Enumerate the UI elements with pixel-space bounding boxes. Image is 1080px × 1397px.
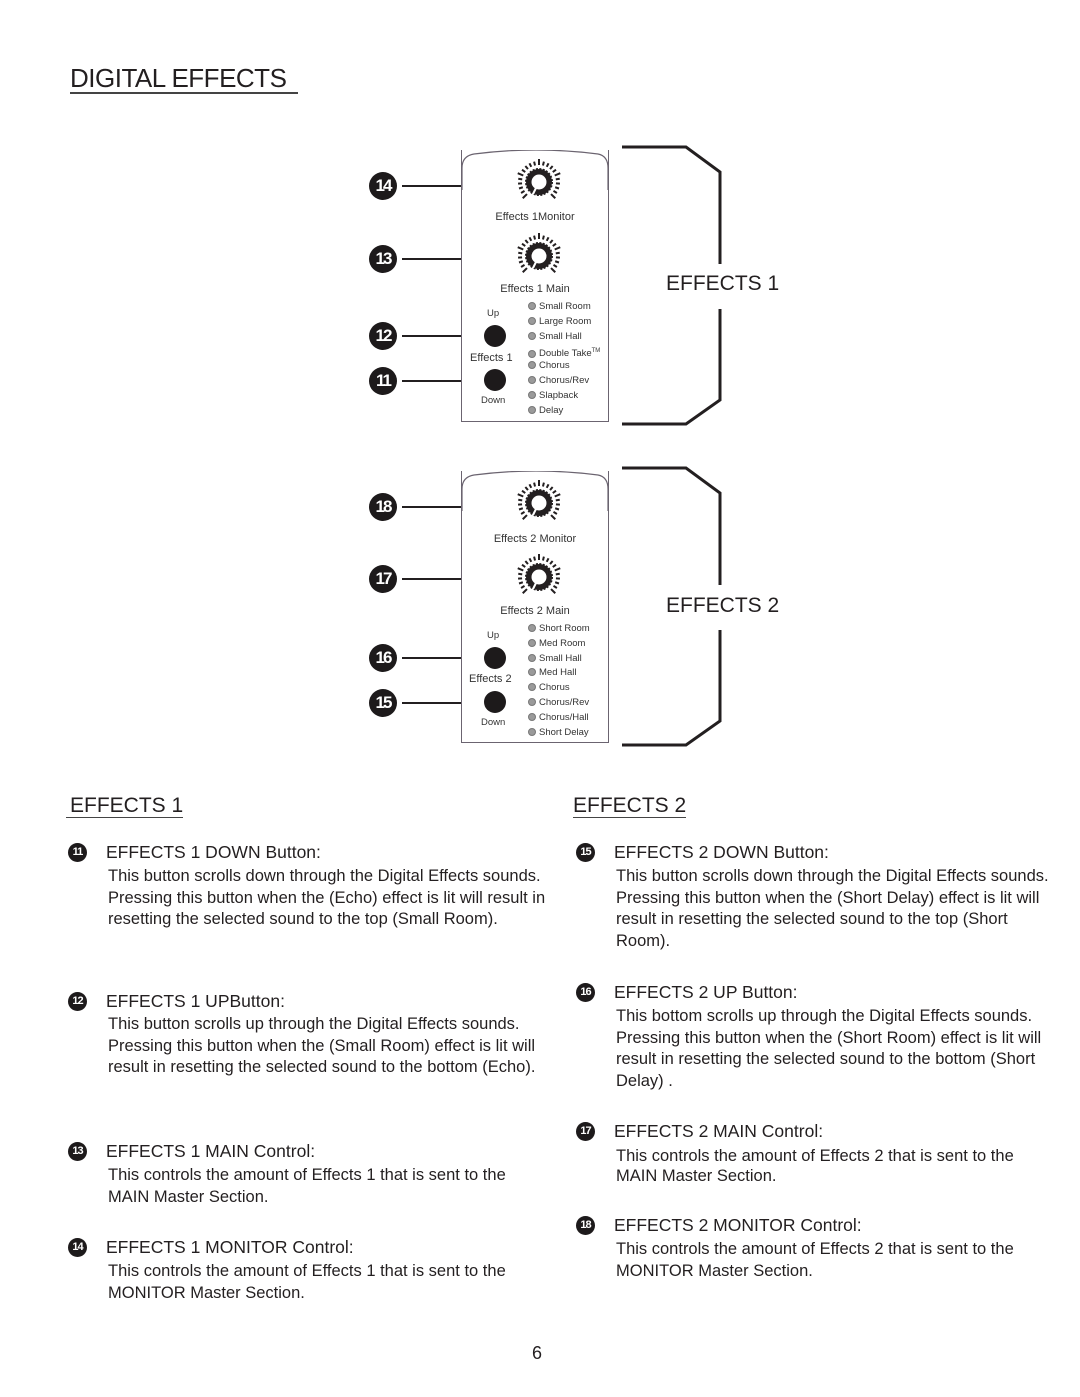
number-badge-icon: 16 bbox=[576, 983, 595, 1002]
callout-17: 17 bbox=[369, 565, 397, 593]
led-item: Small Hall bbox=[528, 652, 590, 667]
item-title: EFFECTS 2 DOWN Button: bbox=[614, 842, 829, 862]
item-description: This button scrolls up through the Digit… bbox=[108, 1015, 536, 1077]
effects1-bracket-label: EFFECTS 1 bbox=[666, 272, 780, 295]
led-indicator-icon bbox=[528, 668, 536, 677]
effects1-led-list: Small Room Large Room Small Hall Double … bbox=[528, 300, 600, 418]
led-item: Chorus bbox=[528, 681, 590, 696]
number-badge-icon: 15 bbox=[576, 843, 595, 862]
led-item: Short Delay bbox=[528, 726, 590, 741]
led-indicator-icon bbox=[528, 375, 536, 384]
number-badge-icon: 12 bbox=[68, 992, 87, 1011]
effects2-group-label: Effects 2 bbox=[469, 673, 512, 685]
item-title: EFFECTS 1 UPButton: bbox=[106, 991, 285, 1011]
led-item: Slapback bbox=[528, 389, 600, 404]
callout-13: 13 bbox=[369, 245, 397, 273]
item-title: EFFECTS 2 UP Button: bbox=[614, 982, 798, 1002]
knob-icon bbox=[517, 159, 561, 199]
effects1-main-knob[interactable] bbox=[515, 232, 563, 280]
led-item: Short Room bbox=[528, 622, 590, 637]
knob-icon bbox=[517, 480, 561, 520]
effects1-heading: EFFECTS 1 bbox=[66, 795, 184, 818]
led-indicator-icon bbox=[528, 697, 536, 706]
led-indicator-icon bbox=[528, 624, 536, 632]
led-item: Chorus/Hall bbox=[528, 711, 590, 726]
item-description: This controls the amount of Effects 1 th… bbox=[108, 1166, 506, 1206]
effects2-bracket-label: EFFECTS 2 bbox=[666, 594, 780, 617]
callout-16: 16 bbox=[369, 644, 397, 672]
led-indicator-icon bbox=[528, 349, 536, 358]
number-badge-icon: 17 bbox=[576, 1122, 595, 1141]
led-item: Med Hall bbox=[528, 666, 590, 681]
item-description: This button scrolls down through the Dig… bbox=[616, 867, 1049, 951]
effects2-down-button[interactable] bbox=[484, 691, 506, 713]
led-item: Chorus/Rev bbox=[528, 374, 600, 389]
effects1-down-button[interactable] bbox=[484, 369, 506, 391]
callout-14: 14 bbox=[369, 172, 397, 200]
callout-12: 12 bbox=[369, 322, 397, 350]
down-label: Down bbox=[481, 717, 506, 728]
led-indicator-icon bbox=[528, 302, 536, 310]
item-title: EFFECTS 2 MAIN Control: bbox=[614, 1121, 824, 1141]
callout-15: 15 bbox=[369, 689, 397, 717]
number-badge-icon: 14 bbox=[68, 1238, 87, 1257]
led-indicator-icon bbox=[528, 653, 536, 662]
number-badge-icon: 18 bbox=[576, 1216, 595, 1235]
number-badge-icon: 11 bbox=[68, 843, 87, 862]
item-description: This bottom scrolls up through the Digit… bbox=[616, 1007, 1042, 1091]
led-indicator-icon bbox=[528, 405, 536, 414]
led-indicator-icon bbox=[528, 712, 536, 721]
effects2-panel: Effects 2 Monitor Effects 2 Main Up Effe… bbox=[461, 471, 609, 743]
up-label: Up bbox=[487, 308, 500, 319]
led-indicator-icon bbox=[528, 727, 536, 736]
led-item: Chorus bbox=[528, 359, 600, 374]
led-indicator-icon bbox=[528, 361, 536, 370]
effects2-heading: EFFECTS 2 bbox=[573, 794, 687, 818]
callout-11: 11 bbox=[369, 367, 397, 395]
led-item: Med Room bbox=[528, 637, 590, 652]
item-description: This controls the amount of Effects 2 th… bbox=[616, 1147, 1014, 1185]
item-description: This button scrolls down through the Dig… bbox=[108, 867, 546, 929]
page-title: DIGITAL EFFECTS bbox=[70, 64, 299, 94]
item-description: This controls the amount of Effects 1 th… bbox=[108, 1262, 506, 1302]
item-title: EFFECTS 2 MONITOR Control: bbox=[614, 1215, 862, 1235]
led-indicator-icon bbox=[528, 331, 536, 340]
led-indicator-icon bbox=[528, 638, 536, 647]
effects2-main-knob[interactable] bbox=[515, 553, 563, 601]
led-item: Small Room bbox=[528, 300, 600, 315]
effects1-panel: Effects 1Monitor Effects 1 Main Up Effec… bbox=[461, 150, 609, 422]
effects1-main-label: Effects 1 Main bbox=[500, 283, 570, 295]
led-item: Chorus/Rev bbox=[528, 696, 590, 711]
led-item: Delay bbox=[528, 404, 600, 419]
item-title: EFFECTS 1 DOWN Button: bbox=[106, 842, 321, 862]
effects1-up-button[interactable] bbox=[484, 325, 506, 347]
item-title: EFFECTS 1 MAIN Control: bbox=[106, 1141, 316, 1161]
effects1-monitor-label: Effects 1Monitor bbox=[495, 211, 575, 223]
effects1-group-label: Effects 1 bbox=[470, 352, 513, 364]
led-indicator-icon bbox=[528, 683, 536, 692]
led-item: Large Room bbox=[528, 315, 600, 330]
number-badge-icon: 13 bbox=[68, 1142, 87, 1161]
up-label: Up bbox=[487, 630, 500, 641]
effects2-led-list: Short Room Med Room Small Hall Med Hall … bbox=[528, 622, 590, 740]
item-title: EFFECTS 1 MONITOR Control: bbox=[106, 1237, 354, 1257]
page-number: 6 bbox=[532, 1343, 543, 1363]
callout-18: 18 bbox=[369, 493, 397, 521]
effects2-monitor-label: Effects 2 Monitor bbox=[493, 533, 577, 545]
led-item: Small Hall bbox=[528, 330, 600, 345]
led-indicator-icon bbox=[528, 390, 536, 399]
effects1-monitor-knob[interactable] bbox=[515, 158, 563, 206]
led-item: Double TakeTM bbox=[528, 344, 600, 360]
effects2-main-label: Effects 2 Main bbox=[500, 605, 570, 617]
knob-icon bbox=[517, 554, 561, 594]
knob-icon bbox=[517, 233, 561, 273]
down-label: Down bbox=[481, 395, 506, 406]
led-indicator-icon bbox=[528, 316, 536, 325]
item-description: This controls the amount of Effects 2 th… bbox=[616, 1240, 1014, 1280]
effects2-monitor-knob[interactable] bbox=[515, 479, 563, 527]
effects2-up-button[interactable] bbox=[484, 647, 506, 669]
